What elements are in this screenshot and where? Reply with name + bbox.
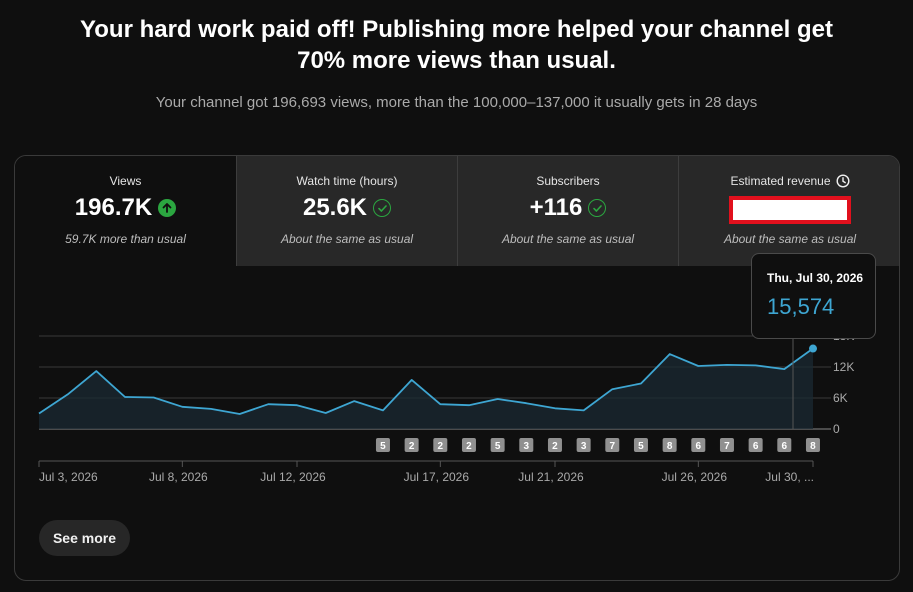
see-more-button[interactable]: See more	[39, 520, 130, 556]
upload-count-label: 7	[724, 441, 730, 452]
x-tick-label: Jul 12, 2026	[260, 470, 326, 484]
x-tick-label: Jul 17, 2026	[404, 470, 470, 484]
x-tick-label: Jul 21, 2026	[518, 470, 584, 484]
upload-count-label: 3	[581, 441, 587, 452]
upload-count-label: 2	[409, 441, 415, 452]
upload-count-label: 7	[610, 441, 616, 452]
tooltip-value: 15,574	[767, 294, 835, 319]
upload-count-label: 6	[753, 441, 759, 452]
upload-count-label: 5	[495, 441, 501, 452]
x-tick-label: Jul 30, ...	[765, 470, 814, 484]
chart-tooltip: Thu, Jul 30, 2026 15,574	[751, 253, 876, 339]
upload-count-label: 2	[438, 441, 444, 452]
upload-count-label: 6	[696, 441, 702, 452]
x-tick-label: Jul 8, 2026	[149, 470, 208, 484]
upload-count-label: 5	[380, 441, 386, 452]
upload-count-label: 3	[524, 441, 530, 452]
tooltip-date: Thu, Jul 30, 2026	[767, 271, 864, 285]
upload-count-label: 2	[552, 441, 558, 452]
data-point	[809, 344, 817, 353]
upload-count-label: 6	[782, 441, 788, 452]
x-tick-label: Jul 26, 2026	[662, 470, 728, 484]
y-tick-label: 6K	[833, 391, 848, 405]
upload-count-label: 8	[667, 441, 673, 452]
views-area	[39, 348, 813, 429]
upload-count-label: 8	[810, 441, 816, 452]
y-tick-label: 12K	[833, 360, 854, 374]
upload-count-label: 2	[466, 441, 472, 452]
upload-count-label: 5	[638, 441, 644, 452]
x-tick-label: Jul 3, 2026	[39, 470, 98, 484]
y-tick-label: 0	[833, 422, 840, 436]
